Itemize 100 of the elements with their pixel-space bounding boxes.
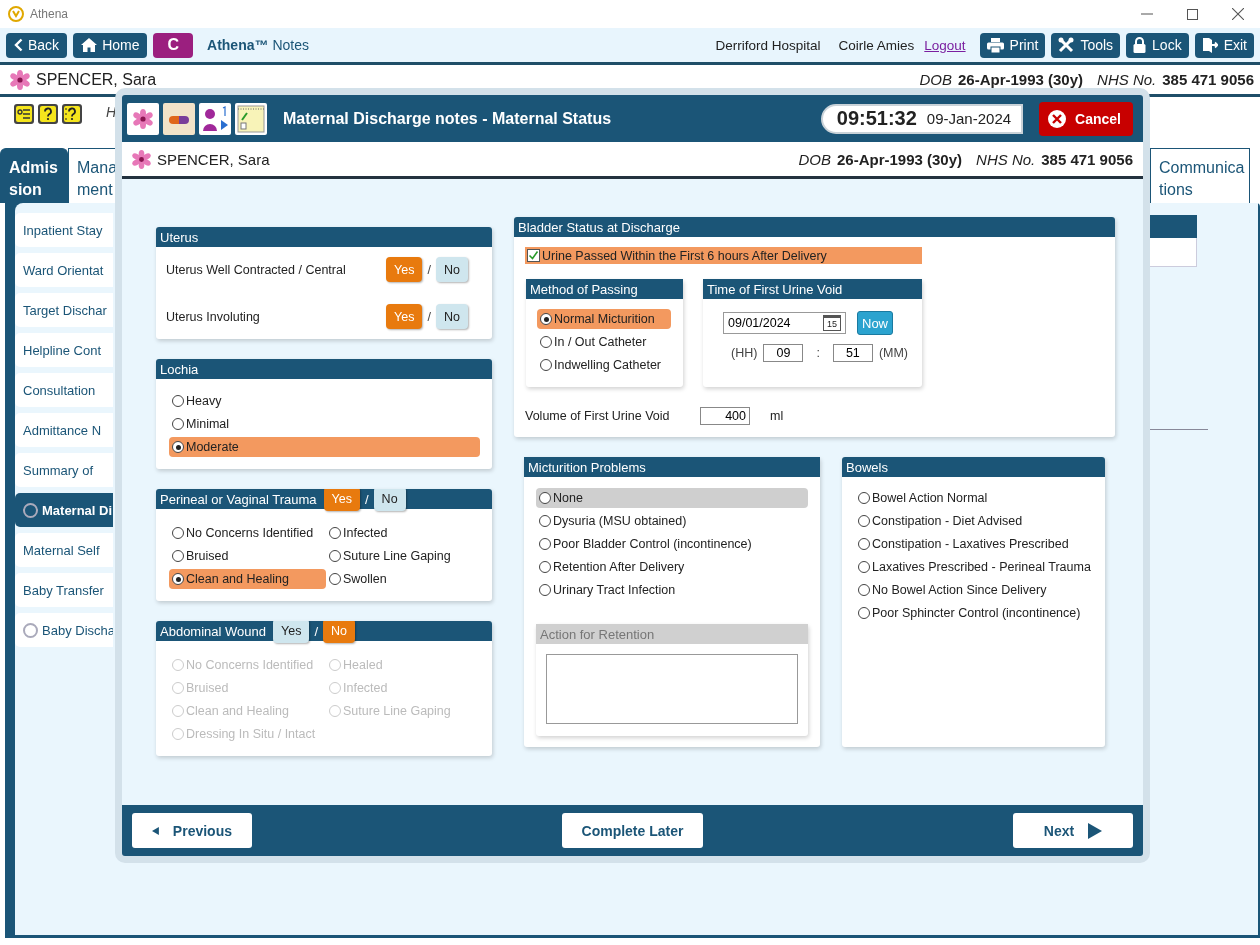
volume-field[interactable]: 400: [700, 407, 750, 425]
separator-text: /: [365, 491, 369, 507]
sidebar-item[interactable]: Summary of: [15, 453, 113, 487]
no-button[interactable]: No: [373, 489, 406, 511]
flower-icon[interactable]: [127, 102, 159, 135]
sidebar-item[interactable]: Consultation: [15, 373, 113, 407]
radio-option[interactable]: Clean and Healing: [169, 569, 326, 589]
question-label: Uterus Involuting: [166, 309, 261, 324]
radio-option[interactable]: Urinary Tract Infection: [536, 580, 808, 600]
checkbox-option[interactable]: Urine Passed Within the First 6 hours After Delivery: [525, 247, 922, 264]
sidebar-item[interactable]: Helpline Cont: [15, 333, 113, 367]
radio-option[interactable]: Laxatives Prescribed - Perineal Trauma: [855, 557, 1095, 577]
print-button[interactable]: Print: [979, 32, 1046, 58]
radio-option[interactable]: Poor Bladder Control (incontinence): [536, 534, 808, 554]
radio-option[interactable]: Normal Micturition: [537, 309, 671, 329]
radio-option[interactable]: Poor Sphincter Control (incontinence): [855, 603, 1095, 623]
radio-option[interactable]: Minimal: [169, 414, 480, 434]
app-name: Athena™ Notes: [207, 37, 309, 53]
section-title: Uterus: [160, 229, 199, 245]
list-help-icon[interactable]: [14, 104, 34, 124]
sidebar-item[interactable]: Ward Orientat: [15, 253, 113, 287]
help-document-icon[interactable]: [62, 104, 82, 124]
radio-option[interactable]: Dysuria (MSU obtained): [536, 511, 808, 531]
no-button[interactable]: No: [435, 257, 468, 282]
nhs-number: 385 471 9056: [1041, 150, 1133, 168]
letter-button[interactable]: C: [153, 32, 194, 58]
tools-button[interactable]: Tools: [1051, 32, 1121, 58]
radio-option[interactable]: None: [536, 488, 808, 508]
previous-button[interactable]: Previous: [132, 813, 252, 848]
section-title: Abdominal Wound: [160, 623, 266, 639]
back-button[interactable]: Back: [6, 32, 68, 58]
flower-icon: [132, 149, 151, 169]
sidebar-item[interactable]: Maternal Self: [15, 533, 113, 567]
radio-option[interactable]: Infected: [326, 523, 480, 543]
checkmark-icon: [528, 250, 539, 261]
dob-value: 26-Apr-1993 (30y): [837, 150, 963, 168]
nhs-label: NHS No.: [976, 150, 1036, 168]
separator-text: /: [314, 623, 319, 639]
capsule-icon[interactable]: [163, 102, 195, 135]
radio-option[interactable]: In / Out Catheter: [537, 332, 671, 352]
tab[interactable]: Admis sion: [0, 148, 68, 203]
sidebar-item[interactable]: Maternal Di: [15, 493, 113, 527]
close-icon: [1047, 108, 1068, 129]
section-title: Bladder Status at Discharge: [518, 219, 680, 235]
radio-option[interactable]: Indwelling Catheter: [537, 355, 671, 375]
cancel-button[interactable]: Cancel: [1039, 101, 1133, 136]
dialog-title: Maternal Discharge notes - Maternal Status: [283, 109, 612, 128]
radio-option[interactable]: Suture Line Gaping: [326, 546, 480, 566]
section-title: Perineal or Vaginal Trauma: [160, 491, 317, 507]
colon-text: :: [816, 346, 820, 360]
lock-icon: [1133, 37, 1147, 53]
sidebar-item[interactable]: Inpatient Stay: [15, 213, 113, 247]
date-field[interactable]: 09/01/2024 15: [723, 312, 846, 334]
radio-option[interactable]: Swollen: [326, 569, 480, 589]
radio-option[interactable]: Moderate: [169, 437, 480, 457]
person-icon[interactable]: [199, 102, 231, 135]
window-title: Athena: [30, 7, 69, 21]
dob-label: DOB: [919, 71, 952, 88]
logout-link[interactable]: Logout: [924, 37, 966, 53]
sidebar-item[interactable]: Target Dischar: [15, 293, 113, 327]
hour-field[interactable]: 09: [763, 344, 804, 362]
hospital-name: Derriford Hospital: [715, 37, 821, 53]
unit-label: ml: [770, 409, 784, 423]
radio-option[interactable]: Bowel Action Normal: [855, 488, 1095, 508]
radio-option[interactable]: Bruised: [169, 546, 326, 566]
flower-icon: [10, 69, 30, 90]
exit-door-icon: [1201, 37, 1218, 53]
no-button[interactable]: No: [435, 304, 468, 329]
calendar-icon[interactable]: 15: [823, 315, 841, 331]
sidebar-item[interactable]: Admittance N: [15, 413, 113, 447]
help-icon[interactable]: [38, 104, 58, 124]
exit-button[interactable]: Exit: [1194, 32, 1254, 58]
lock-button[interactable]: Lock: [1126, 32, 1189, 58]
close-icon[interactable]: [1232, 8, 1244, 20]
section-title: Micturition Problems: [528, 459, 646, 475]
radio-option[interactable]: Constipation - Laxatives Prescribed: [855, 534, 1095, 554]
tools-icon: [1058, 37, 1075, 53]
radio-option[interactable]: Constipation - Diet Advised: [855, 511, 1095, 531]
minute-field[interactable]: 51: [832, 344, 873, 362]
sidebar-item[interactable]: Baby Transfer: [15, 573, 113, 607]
dob-value: 26-Apr-1993 (30y): [958, 71, 1084, 88]
radio-option[interactable]: Heavy: [169, 391, 480, 411]
maximize-icon[interactable]: [1187, 8, 1198, 20]
right-triangle-icon: [1088, 822, 1103, 839]
radio-option[interactable]: Retention After Delivery: [536, 557, 808, 577]
tab[interactable]: Communica tions: [1150, 148, 1250, 203]
complete-later-button[interactable]: Complete Later: [561, 813, 704, 848]
home-icon: [81, 38, 98, 52]
separator-text: /: [427, 309, 431, 324]
home-button[interactable]: Home: [73, 32, 148, 58]
section-title: Time of First Urine Void: [707, 281, 843, 297]
app-logo-icon: [8, 6, 24, 22]
separator-text: /: [427, 262, 431, 277]
next-button[interactable]: Next: [1013, 813, 1133, 848]
nhs-number: 385 471 9056: [1162, 71, 1254, 88]
notepad-icon[interactable]: [235, 102, 267, 135]
radio-option[interactable]: No Concerns Identified: [169, 523, 326, 543]
section-title: Method of Passing: [530, 281, 638, 297]
radio-option[interactable]: No Bowel Action Since Delivery: [855, 580, 1095, 600]
nhs-label: NHS No.: [1097, 71, 1157, 88]
